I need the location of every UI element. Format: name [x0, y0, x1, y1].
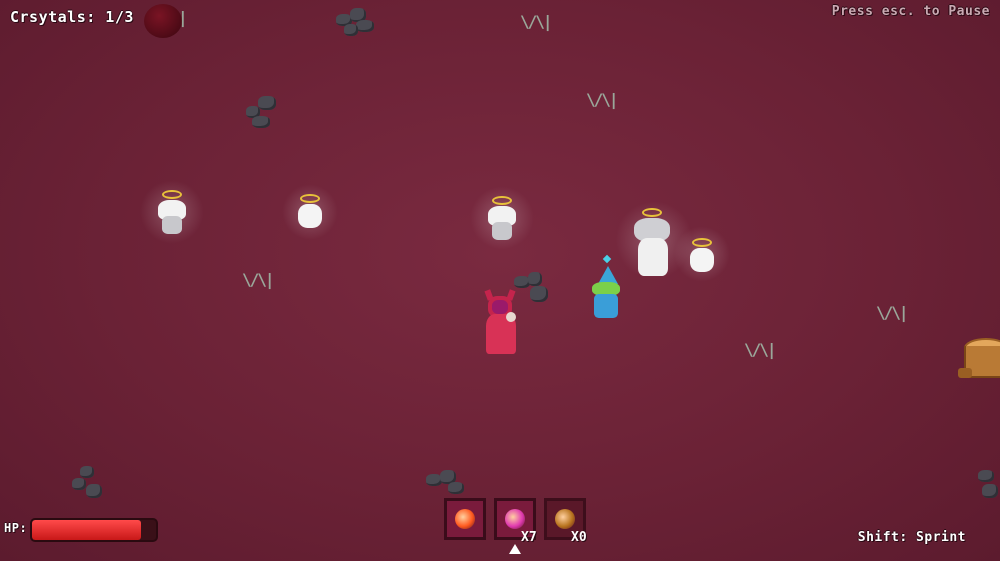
tree-stump-icon: [958, 338, 1000, 382]
player-demon-mage[interactable]: [484, 289, 520, 356]
slot-count: X7: [521, 530, 537, 545]
fire-orb-icon: [455, 509, 475, 529]
angel-ghost-enemy[interactable]: [484, 196, 520, 244]
hp-bar-fill: [32, 520, 142, 540]
angel-ghost-enemy[interactable]: [688, 238, 716, 274]
angel-ghost-enemy[interactable]: [154, 190, 190, 236]
pause-hint: Press esc. to Pause: [831, 4, 990, 19]
rock-cluster: [426, 470, 466, 498]
slot-count: X0: [571, 530, 587, 545]
game-world[interactable]: \/\| \/\| \/\| \/\| \/\| | Crsytals: 1/3…: [0, 0, 1000, 561]
grass-tuft: \/\|: [520, 12, 553, 31]
hp-label: HP:: [4, 521, 28, 535]
angel-ghost-elder[interactable]: [632, 208, 672, 278]
rock-cluster: [978, 466, 1000, 500]
magenta-orb-icon: [505, 509, 525, 529]
sprint-hint: Shift: Sprint: [857, 530, 966, 545]
grass-tuft: \/\|: [586, 90, 619, 109]
selected-slot-indicator: [509, 544, 521, 554]
grass-tuft: \/\|: [242, 270, 275, 289]
grass-tuft: \/\|: [876, 303, 909, 322]
rock-cluster: [336, 8, 376, 38]
grass-tuft: \/\|: [744, 340, 777, 359]
hotbar-slot-fire-orb[interactable]: [444, 498, 486, 540]
amber-orb-icon: [555, 509, 575, 529]
rock-cluster: [72, 466, 104, 502]
goblin-wizard-npc[interactable]: [588, 254, 624, 322]
dark-crystal-icon[interactable]: [144, 4, 182, 38]
crystal-counter: Crsytals: 1/3: [10, 8, 134, 26]
rock-cluster: [246, 96, 282, 130]
angel-ghost-enemy[interactable]: [296, 194, 324, 230]
hp-bar: [30, 518, 158, 542]
grass-tuft: |: [178, 8, 188, 27]
